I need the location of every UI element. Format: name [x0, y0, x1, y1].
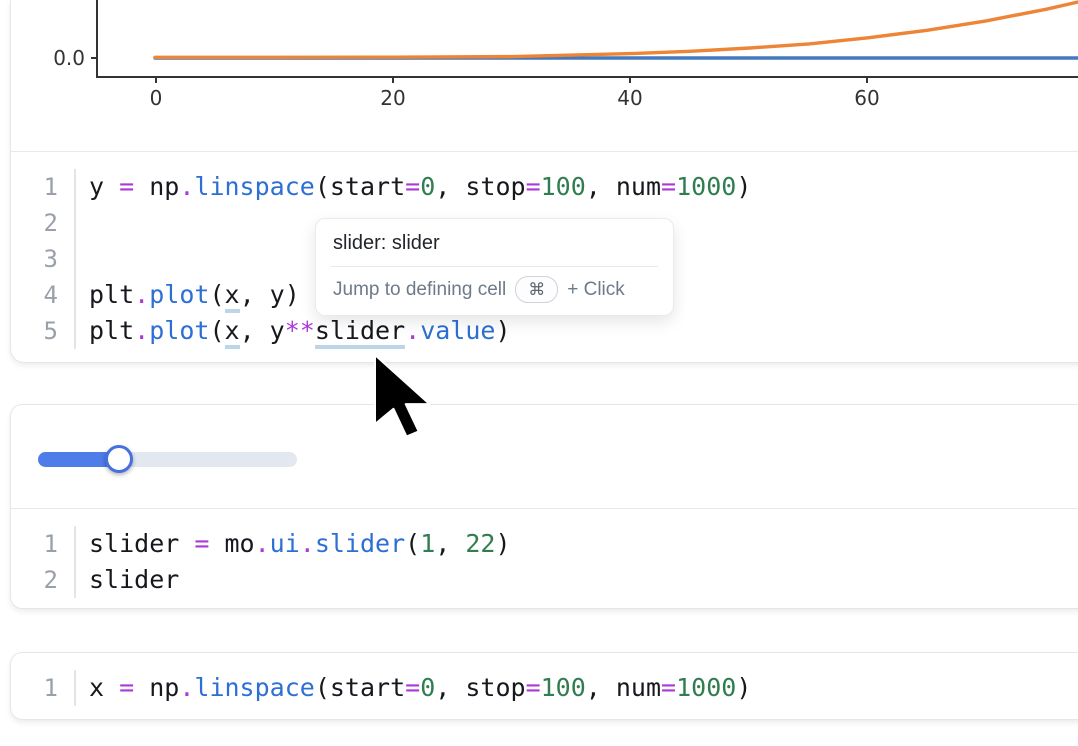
line-number: 5 — [11, 313, 76, 349]
code-line[interactable]: 1y = np.linspace(start=0, stop=100, num=… — [11, 169, 1078, 205]
code-editor-x[interactable]: 1x = np.linspace(start=0, stop=100, num=… — [11, 653, 1078, 719]
line-number: 4 — [11, 277, 76, 313]
line-number: 1 — [11, 169, 76, 205]
line-number: 1 — [11, 670, 76, 706]
code-text: slider — [76, 562, 179, 598]
code-line[interactable]: 1slider = mo.ui.slider(1, 22) — [11, 526, 1078, 562]
tooltip-click-hint: + Click — [567, 279, 625, 301]
variable-token[interactable]: slider — [315, 316, 405, 349]
variable-token[interactable]: x — [225, 280, 240, 313]
code-editor-slider[interactable]: 1slider = mo.ui.slider(1, 22)2slider — [11, 509, 1078, 608]
variable-tooltip: slider: slider Jump to defining cell ⌘ +… — [315, 218, 674, 316]
svg-text:60: 60 — [854, 86, 879, 110]
line-number: 2 — [11, 205, 76, 241]
code-line[interactable]: 5plt.plot(x, y**slider.value) — [11, 313, 1078, 349]
code-text: slider = mo.ui.slider(1, 22) — [76, 526, 511, 562]
tooltip-action-row: Jump to defining cell ⌘ + Click — [316, 267, 673, 315]
code-text: x = np.linspace(start=0, stop=100, num=1… — [76, 670, 751, 706]
line-number: 1 — [11, 526, 76, 562]
tooltip-title: slider: slider — [316, 219, 673, 266]
tooltip-action-label: Jump to defining cell — [333, 279, 506, 301]
slider-track[interactable] — [38, 452, 297, 467]
slider-handle[interactable] — [105, 445, 133, 473]
line-number: 2 — [11, 562, 76, 598]
slider-output-area — [11, 405, 1078, 509]
svg-text:0: 0 — [150, 86, 163, 110]
code-text: plt.plot(x, y) — [76, 277, 300, 313]
command-key-badge: ⌘ — [515, 276, 558, 303]
svg-text:0.0: 0.0 — [53, 46, 85, 70]
matplotlib-line-chart: 0 20 40 60 0.0 — [11, 0, 1078, 151]
chart-output-area: 0 20 40 60 0.0 — [11, 0, 1078, 152]
svg-text:20: 20 — [380, 86, 405, 110]
notebook-cell-x: 1x = np.linspace(start=0, stop=100, num=… — [10, 652, 1078, 720]
code-line[interactable]: 2slider — [11, 562, 1078, 598]
code-text: plt.plot(x, y**slider.value) — [76, 313, 511, 349]
code-line[interactable]: 1x = np.linspace(start=0, stop=100, num=… — [11, 670, 1078, 706]
code-text — [76, 241, 89, 277]
svg-text:40: 40 — [617, 86, 642, 110]
line-number: 3 — [11, 241, 76, 277]
notebook-cell-slider: 1slider = mo.ui.slider(1, 22)2slider — [10, 404, 1078, 609]
variable-token[interactable]: x — [225, 316, 240, 349]
code-text: y = np.linspace(start=0, stop=100, num=1… — [76, 169, 751, 205]
code-text — [76, 205, 89, 241]
